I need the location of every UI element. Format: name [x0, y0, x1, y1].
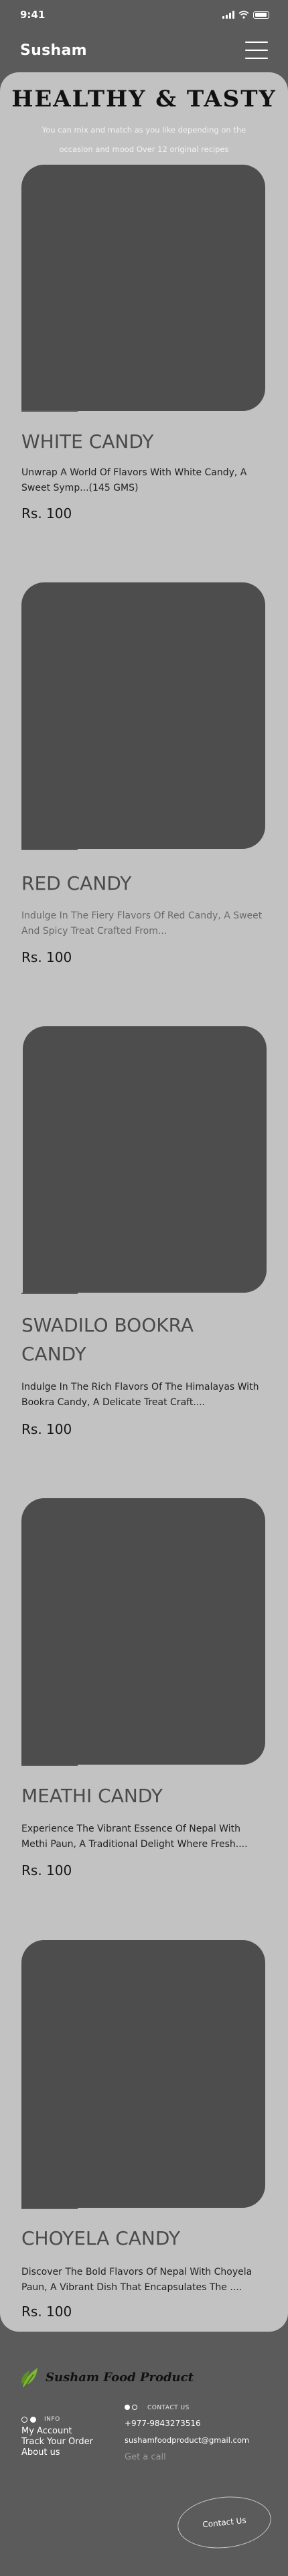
product-description: Experience The Vibrant Essence Of Nepal …: [21, 1824, 248, 1850]
battery-icon: [253, 11, 269, 19]
product-description: Unwrap A World Of Flavors With White Can…: [21, 467, 247, 493]
footer-link-my-account[interactable]: My Account: [21, 2426, 72, 2437]
get-a-call-link[interactable]: Get a call: [125, 2452, 166, 2462]
wifi-icon: [238, 11, 249, 19]
dot-icon[interactable]: [30, 2416, 36, 2423]
status-time: 9:41: [20, 9, 46, 21]
dot-icon[interactable]: [21, 2416, 27, 2423]
image-divider: [21, 410, 78, 412]
image-divider: [21, 849, 78, 850]
contact-title: CONTACT US: [147, 2405, 190, 2411]
footer-carousel-dots: INFO: [21, 2416, 60, 2423]
contact-phone[interactable]: +977-9843273516: [125, 2419, 201, 2428]
product-price: Rs. 100: [21, 949, 72, 965]
contact-us-label: Contact Us: [202, 2515, 247, 2530]
hero-title: HEALTHY & TASTY: [11, 86, 277, 112]
brand-name[interactable]: Susham: [20, 42, 87, 59]
footer-logo[interactable]: Susham Food Product: [20, 2365, 194, 2389]
product-name[interactable]: RED CANDY: [21, 869, 263, 898]
image-divider: [21, 1293, 78, 1294]
product-price: Rs. 100: [21, 1862, 72, 1878]
product-image[interactable]: [23, 1026, 267, 1293]
product-image[interactable]: [21, 165, 265, 411]
product-list-card: HEALTHY & TASTY You can mix and match as…: [0, 72, 288, 2332]
product-name[interactable]: CHOYELA CANDY: [21, 2224, 263, 2253]
product-image[interactable]: [21, 1940, 265, 2208]
product-price: Rs. 100: [21, 2304, 72, 2320]
product-description: Indulge In The Fiery Flavors Of Red Cand…: [21, 910, 263, 937]
product-price: Rs. 100: [21, 505, 72, 521]
cellular-signal-icon: [222, 11, 234, 19]
product-description: Indulge In The Rich Flavors Of The Himal…: [21, 1382, 259, 1408]
leaf-logo-icon: [21, 2368, 38, 2389]
app-header: Susham: [0, 29, 288, 71]
contact-email[interactable]: sushamfoodproduct@gmail.com: [125, 2435, 249, 2445]
status-bar: 9:41: [0, 0, 288, 29]
product-description: Discover The Bold Flavors Of Nepal With …: [21, 2267, 253, 2293]
footer-link-track-order[interactable]: Track Your Order: [21, 2437, 93, 2447]
image-divider: [21, 2208, 78, 2209]
contact-dot-icon: [125, 2405, 130, 2410]
site-footer: Susham Food Product INFO My Account Trac…: [0, 2332, 288, 2576]
product-image[interactable]: [21, 582, 265, 849]
footer-brand: Susham Food Product: [46, 2370, 194, 2385]
image-divider: [21, 1765, 78, 1766]
product-name[interactable]: WHITE CANDY: [21, 427, 263, 456]
status-icons: [222, 11, 269, 19]
hero-subtitle: You can mix and match as you like depend…: [42, 125, 246, 154]
product-name[interactable]: MEATHI CANDY: [21, 1781, 263, 1810]
hamburger-menu-icon[interactable]: [245, 42, 268, 59]
footer-link-about-us[interactable]: About us: [21, 2447, 60, 2458]
contact-dot-icon: [132, 2405, 137, 2410]
product-price: Rs. 100: [21, 1421, 72, 1437]
product-image[interactable]: [21, 1498, 265, 1765]
product-name[interactable]: SWADILO BOOKRA CANDY: [21, 1311, 222, 1368]
contact-us-button[interactable]: Contact Us: [175, 2492, 274, 2553]
info-title: INFO: [44, 2416, 60, 2423]
